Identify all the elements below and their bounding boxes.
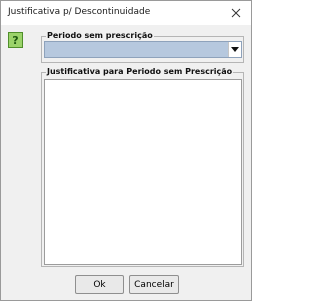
cancel-button[interactable]: Cancelar xyxy=(129,275,179,294)
justificativa-textarea[interactable] xyxy=(44,79,242,265)
dialog-window: Justificativa p/ Descontinuidade ? Perio… xyxy=(0,0,252,301)
justificativa-group: Justificativa para Periodo sem Prescriçã… xyxy=(41,67,244,267)
chevron-down-icon xyxy=(231,47,239,52)
question-glyph: ? xyxy=(12,33,19,47)
close-icon xyxy=(231,8,241,18)
dropdown-button[interactable] xyxy=(228,42,241,57)
window-title: Justificativa p/ Descontinuidade xyxy=(8,7,151,17)
title-bar: Justificativa p/ Descontinuidade xyxy=(1,1,251,25)
ok-button[interactable]: Ok xyxy=(75,275,124,294)
periodo-label: Periodo sem prescrição xyxy=(46,31,154,40)
justificativa-label: Justificativa para Periodo sem Prescriçã… xyxy=(46,67,234,76)
question-icon: ? xyxy=(8,32,23,48)
periodo-select[interactable] xyxy=(44,41,242,58)
periodo-group: Periodo sem prescrição xyxy=(41,31,244,63)
close-button[interactable] xyxy=(227,5,245,21)
